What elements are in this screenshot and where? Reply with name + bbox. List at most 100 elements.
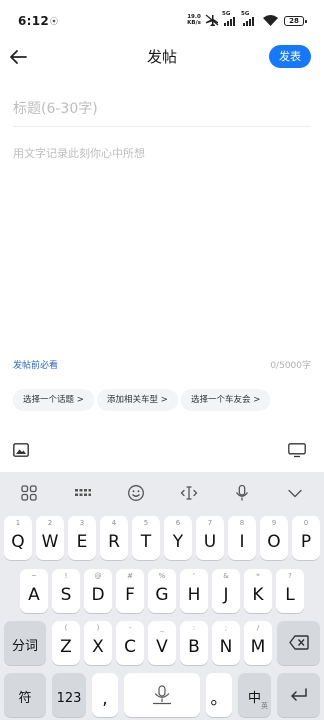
image-icon[interactable]: [13, 443, 29, 457]
key-j[interactable]: & J: [212, 569, 240, 613]
comma-label: ,: [102, 689, 108, 709]
key-hint: *: [256, 572, 260, 580]
key-o[interactable]: 9O: [260, 516, 288, 560]
key-p[interactable]: 0P: [292, 516, 320, 560]
numbers-key[interactable]: 123: [52, 673, 86, 717]
key-hint: &: [223, 572, 229, 580]
key-label: Y: [172, 532, 184, 552]
key-label: H: [187, 585, 201, 605]
key-hint: -: [128, 624, 132, 632]
key-x[interactable]: ) X: [84, 621, 112, 665]
key-n[interactable]: ; N: [212, 621, 240, 665]
key-w[interactable]: 2W: [36, 516, 64, 560]
key-label: T: [140, 532, 152, 552]
key-i[interactable]: 8I: [228, 516, 256, 560]
key-c[interactable]: -C: [116, 621, 144, 665]
key-label: R: [108, 532, 120, 552]
key-hint: 3: [79, 519, 85, 527]
key-label: Z: [60, 637, 72, 657]
comma-key[interactable]: ,: [92, 673, 118, 717]
key-hint: 8: [239, 519, 245, 527]
key-g[interactable]: % G: [148, 569, 176, 613]
key-label: C: [124, 637, 136, 657]
key-e[interactable]: 3E: [68, 516, 96, 560]
symbols-key[interactable]: 符: [4, 673, 46, 717]
key-r[interactable]: 4R: [100, 516, 128, 560]
select-car-club-chip[interactable]: 选择一个车友会 >: [181, 389, 271, 411]
key-hint: 2: [47, 519, 53, 527]
key-label: A: [28, 585, 40, 605]
body-textarea[interactable]: [13, 145, 311, 345]
key-label: U: [203, 532, 217, 552]
char-counter: 0/5000字: [270, 361, 311, 371]
key-label: K: [252, 585, 264, 605]
keyboard-toggle-icon[interactable]: [288, 443, 306, 458]
key-h[interactable]: ' H: [180, 569, 208, 613]
key-hint: ': [193, 572, 195, 580]
key-label: W: [41, 532, 59, 552]
key-hint: (: [64, 624, 68, 632]
publish-button[interactable]: 发表: [269, 45, 311, 68]
key-v[interactable]: _ V: [148, 621, 176, 665]
word-split-key[interactable]: 分词: [4, 621, 46, 665]
key-label: Q: [11, 532, 25, 552]
key-z[interactable]: (Z: [52, 621, 80, 665]
wifi-icon: [263, 15, 278, 26]
key-f[interactable]: # F: [116, 569, 144, 613]
key-m[interactable]: / M: [244, 621, 272, 665]
microphone-icon[interactable]: [233, 484, 251, 502]
add-car-model-chip[interactable]: 添加相关车型 >: [97, 389, 178, 411]
key-hint: 0: [303, 519, 309, 527]
key-label: D: [91, 585, 105, 605]
key-b[interactable]: :B: [180, 621, 208, 665]
key-hint: ?: [288, 572, 292, 580]
cursor-move-icon[interactable]: [180, 484, 198, 502]
key-y[interactable]: 6Y: [164, 516, 192, 560]
key-k[interactable]: * K: [244, 569, 272, 613]
key-hint: 5: [143, 519, 149, 527]
numbers-label: 123: [56, 691, 82, 706]
key-hint: ~: [31, 572, 37, 580]
key-u[interactable]: 7U: [196, 516, 224, 560]
key-label: P: [300, 532, 312, 552]
emoji-icon[interactable]: [127, 484, 145, 502]
select-topic-chip[interactable]: 选择一个话题 >: [13, 389, 94, 411]
chevron-down-icon[interactable]: [286, 484, 304, 502]
key-hint: ): [96, 624, 100, 632]
network-speed-unit: KB/s: [187, 20, 201, 26]
apps-grid-icon[interactable]: [20, 484, 38, 502]
key-hint: :: [192, 624, 196, 632]
enter-icon: [291, 688, 307, 701]
network-speed: 19.0 KB/s: [186, 14, 202, 26]
key-label: J: [223, 585, 229, 605]
language-toggle-key[interactable]: 中 英: [238, 673, 271, 717]
key-d[interactable]: @ D: [84, 569, 112, 613]
language-sub-label: 英: [261, 702, 268, 710]
key-a[interactable]: ~ A: [20, 569, 48, 613]
airplane-off-icon: [205, 14, 219, 26]
key-s[interactable]: ! S: [52, 569, 80, 613]
key-hint: @: [94, 572, 102, 580]
key-hint: !: [64, 572, 68, 580]
sim1-signal-icon: 5G: [222, 11, 235, 26]
posting-rules-link[interactable]: 发帖前必看: [13, 358, 58, 371]
period-key[interactable]: 。: [206, 673, 232, 717]
enter-key[interactable]: [277, 673, 320, 717]
key-label: V: [156, 637, 168, 657]
backspace-key[interactable]: [277, 621, 320, 665]
keyboard-layout-icon[interactable]: [74, 484, 92, 502]
key-q[interactable]: 1Q: [4, 516, 32, 560]
sim2-label: 5G: [241, 11, 250, 17]
battery-icon: 28: [284, 16, 307, 26]
key-t[interactable]: 5T: [132, 516, 160, 560]
key-l[interactable]: ? L: [276, 569, 304, 613]
space-key[interactable]: [124, 673, 200, 717]
key-hint: ;: [224, 624, 228, 632]
key-hint: %: [158, 572, 166, 580]
key-label: I: [239, 532, 245, 552]
backspace-icon: [289, 635, 309, 650]
key-label: L: [285, 585, 295, 605]
status-time: 6:12: [18, 14, 50, 28]
key-label: S: [60, 585, 72, 605]
title-input[interactable]: [13, 91, 311, 127]
